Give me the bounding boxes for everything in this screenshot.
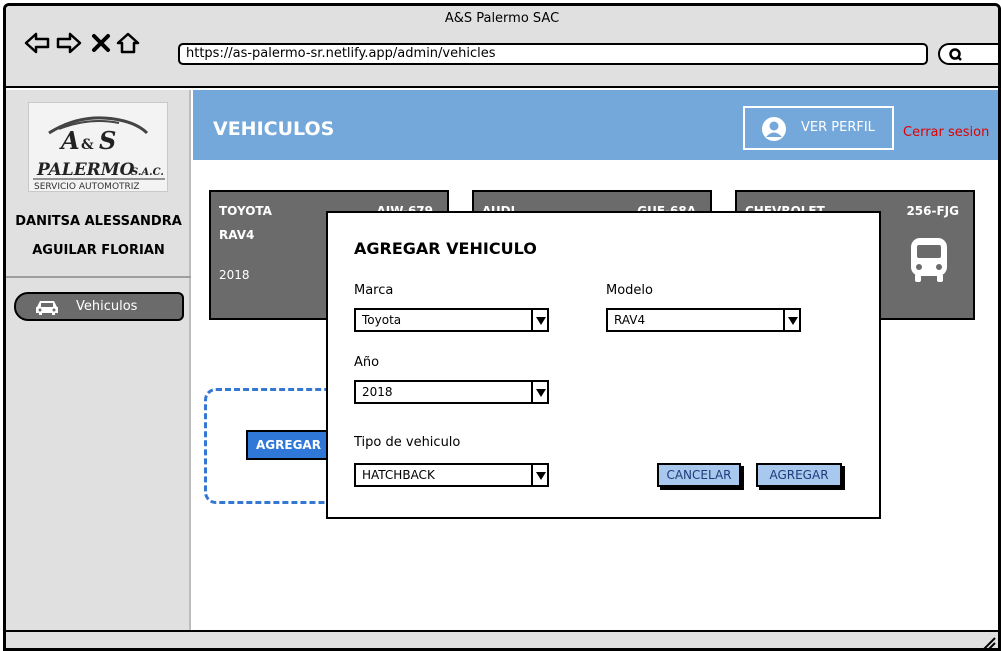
browser-window: A&S Palermo SAC https://as-palermo-sr.ne… [3, 3, 1001, 651]
anio-value: 2018 [362, 385, 393, 399]
search-icon [949, 48, 962, 61]
svg-text:SERVICIO AUTOMOTRIZ: SERVICIO AUTOMOTRIZ [34, 182, 140, 192]
anio-select[interactable]: 2018 [354, 380, 549, 404]
browser-chrome: A&S Palermo SAC https://as-palermo-sr.ne… [6, 6, 998, 88]
close-icon[interactable] [90, 32, 112, 54]
modelo-select[interactable]: RAV4 [606, 308, 801, 332]
user-first-name: DANITSA ALESSANDRA [15, 214, 182, 229]
window-title: A&S Palermo SAC [444, 11, 560, 26]
view-profile-label: VER PERFIL [801, 120, 875, 135]
sidebar-divider [6, 276, 191, 278]
marca-select[interactable]: Toyota [354, 308, 549, 332]
card-year: 2018 [219, 268, 250, 282]
forward-arrow-icon[interactable] [56, 32, 82, 54]
sidebar: A & S PALERMO S.A.C. SERVICIO AUTOMOTRIZ… [6, 90, 191, 630]
modal-title: AGREGAR VEHICULO [354, 239, 537, 258]
chevron-down-icon[interactable] [783, 308, 801, 332]
svg-text:&: & [81, 137, 94, 153]
car-icon [36, 301, 58, 315]
card-brand: TOYOTA [219, 204, 272, 218]
back-arrow-icon[interactable] [24, 32, 50, 54]
browser-search-button[interactable] [938, 43, 998, 65]
svg-text:PALERMO: PALERMO [36, 160, 135, 180]
add-vehicle-button[interactable]: AGREGAR [246, 430, 336, 460]
home-icon[interactable] [116, 32, 140, 54]
marca-label: Marca [354, 283, 394, 298]
card-model: RAV4 [219, 228, 255, 242]
chevron-down-icon[interactable] [531, 380, 549, 404]
bus-icon [911, 238, 947, 282]
modelo-value: RAV4 [614, 313, 646, 327]
resize-grip-icon[interactable] [982, 636, 996, 650]
status-bar [6, 632, 998, 650]
url-bar[interactable]: https://as-palermo-sr.netlify.app/admin/… [178, 43, 928, 65]
svg-text:A: A [59, 126, 80, 155]
chevron-down-icon[interactable] [531, 463, 549, 487]
card-plate: 256-FJG [906, 204, 959, 218]
sidebar-item-label: Vehiculos [76, 299, 138, 314]
svg-text:S: S [99, 126, 116, 155]
modelo-label: Modelo [606, 283, 653, 298]
user-avatar-icon [762, 117, 786, 141]
view-profile-button[interactable]: VER PERFIL [743, 106, 894, 150]
sidebar-item-vehiculos[interactable]: Vehiculos [14, 292, 184, 321]
svg-text:S.A.C.: S.A.C. [131, 167, 164, 178]
tipo-value: HATCHBACK [362, 468, 435, 482]
tipo-label: Tipo de vehiculo [354, 435, 461, 450]
logout-link[interactable]: Cerrar sesion [903, 125, 989, 140]
company-logo: A & S PALERMO S.A.C. SERVICIO AUTOMOTRIZ [28, 102, 168, 192]
add-vehicle-modal: AGREGAR VEHICULO Marca Toyota Modelo RAV… [326, 211, 881, 519]
chevron-down-icon[interactable] [531, 308, 549, 332]
cancel-button[interactable]: CANCELAR [657, 463, 741, 487]
anio-label: Año [354, 355, 380, 370]
tipo-select[interactable]: HATCHBACK [354, 463, 549, 487]
page-title: VEHICULOS [213, 118, 335, 140]
header-bar: VEHICULOS VER PERFIL Cerrar sesion [193, 90, 998, 160]
submit-add-button[interactable]: AGREGAR [756, 463, 842, 487]
user-last-name: AGUILAR FLORIAN [32, 243, 165, 258]
marca-value: Toyota [362, 313, 402, 327]
